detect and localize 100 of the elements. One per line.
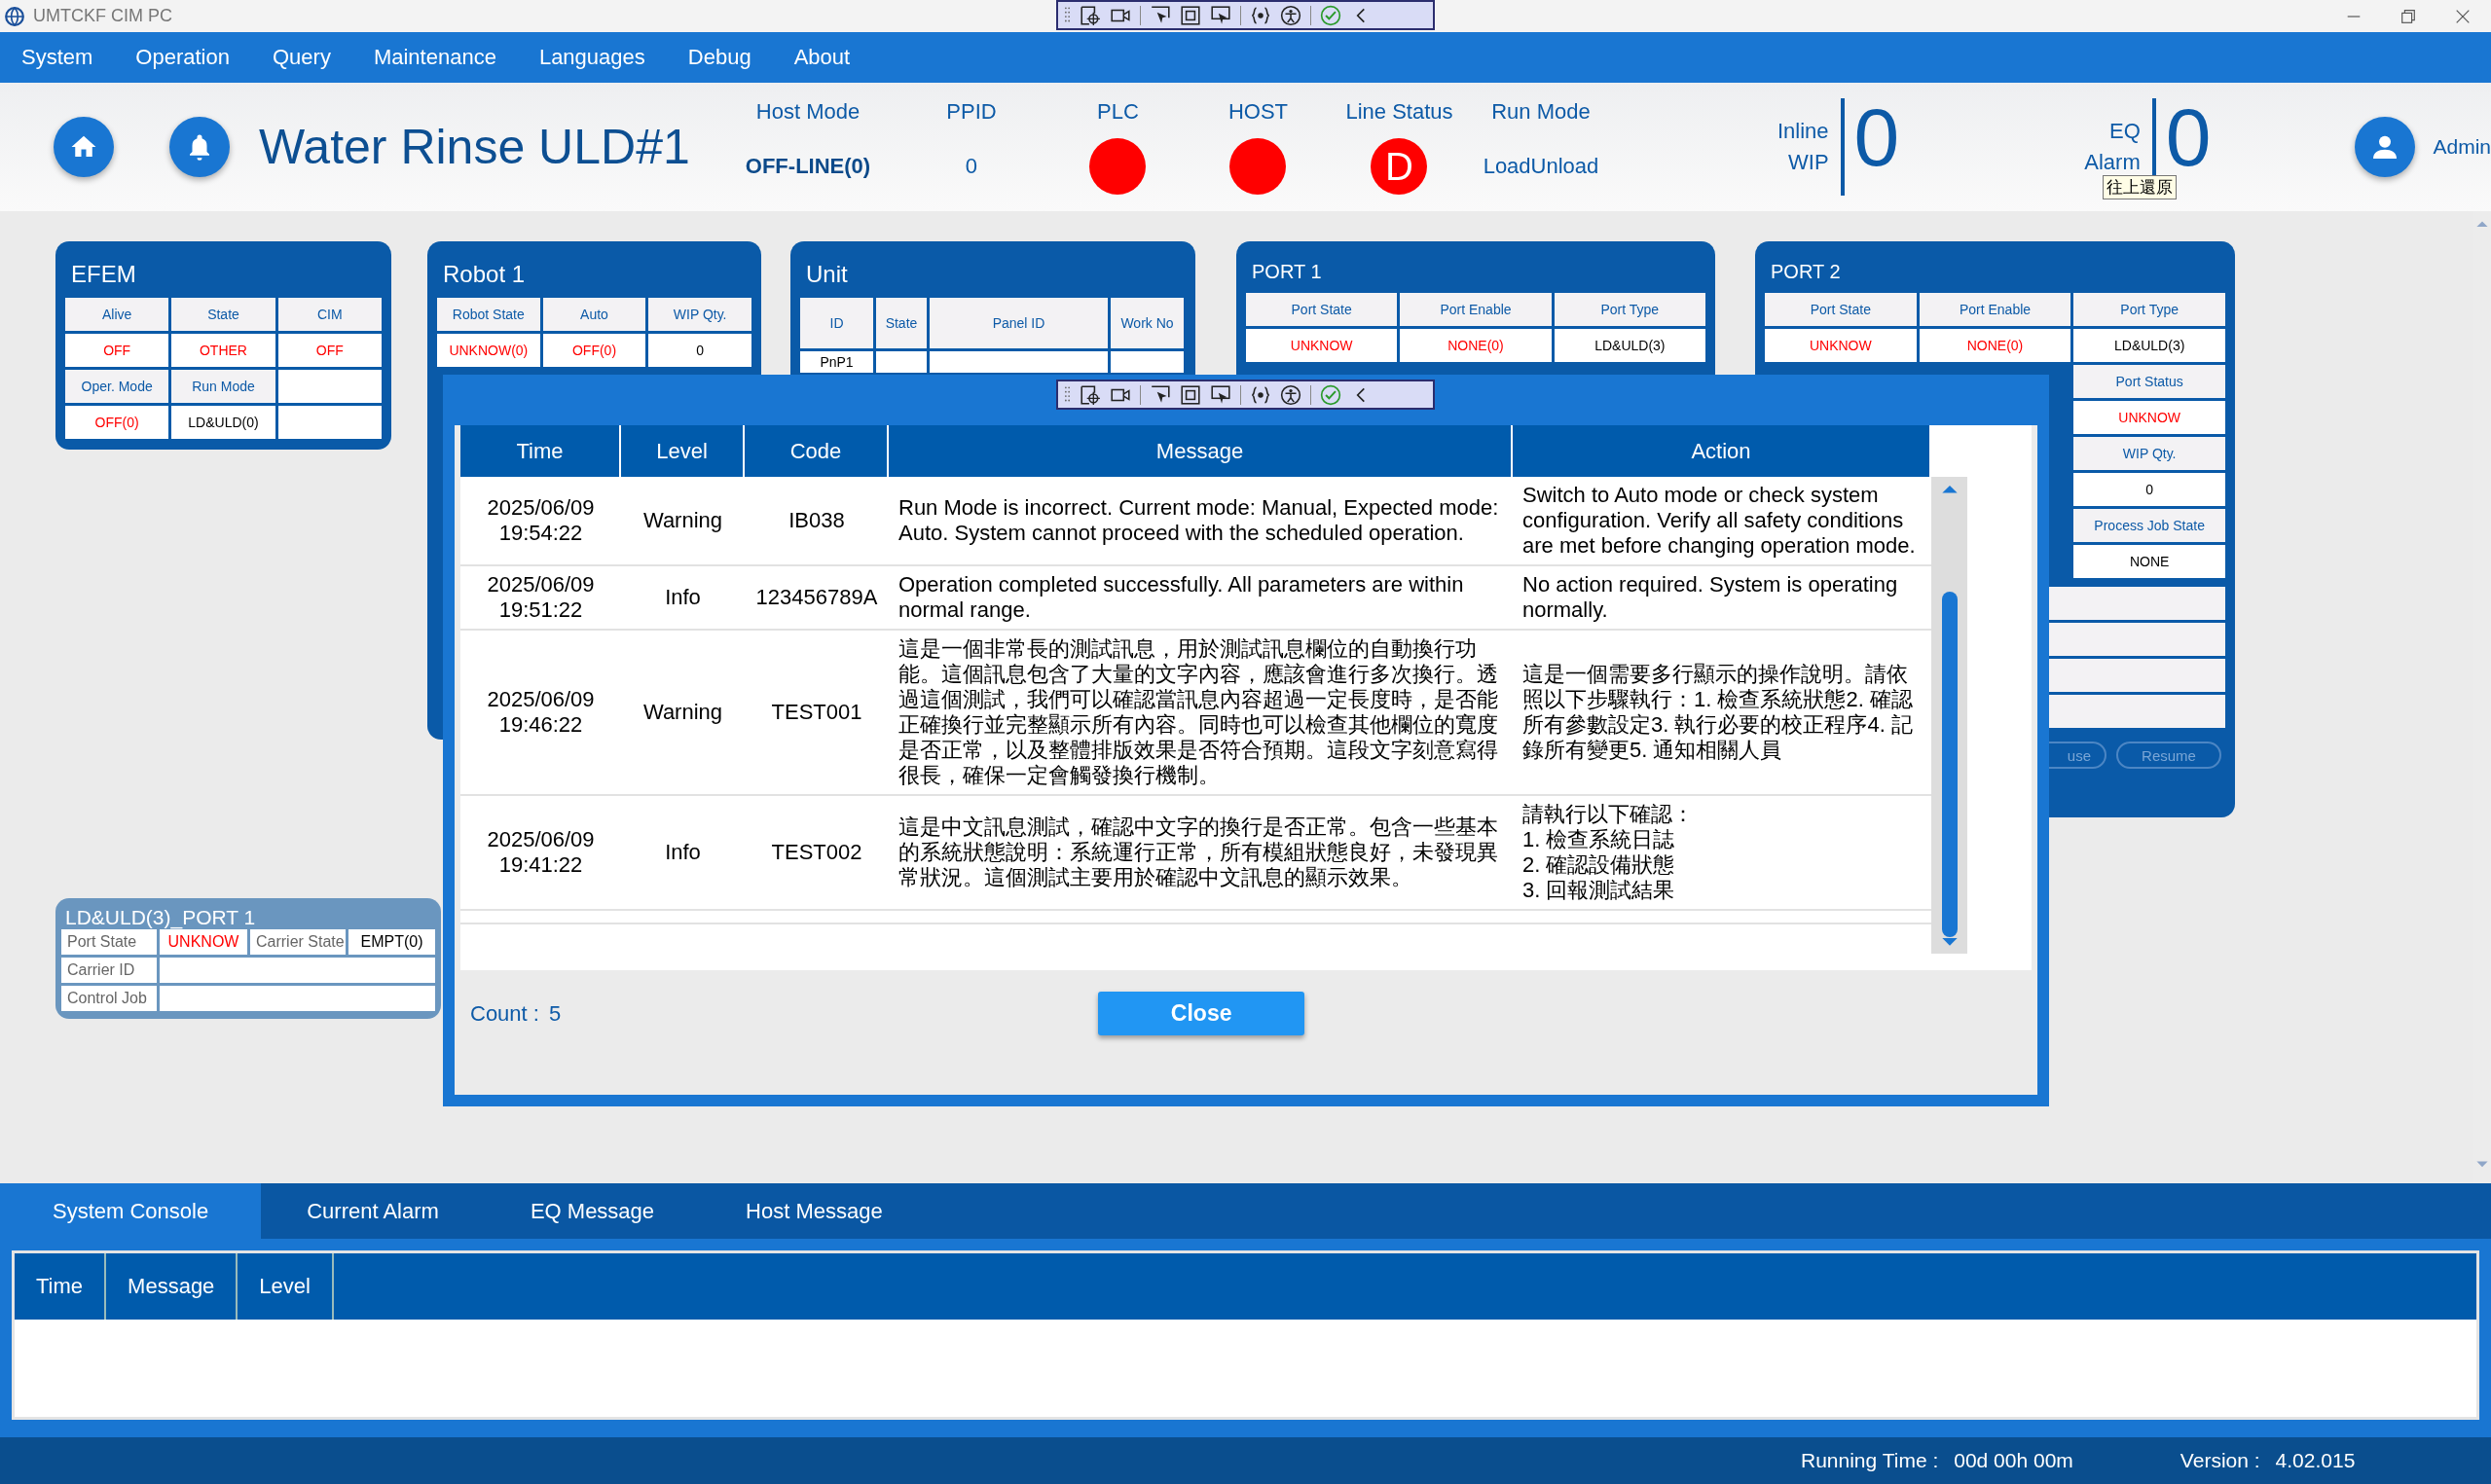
level-cell-text: Warning (641, 699, 724, 726)
column-header: Level (238, 1253, 334, 1320)
date-text: 2025/06/09 (487, 687, 595, 712)
menu-item[interactable]: About (772, 45, 872, 70)
column-header: Message (889, 425, 1513, 477)
panel-title: EFEM (70, 260, 137, 289)
panel-title: LD&ULD(3)_PORT 1 (64, 905, 257, 929)
level-cell-text: Info (664, 584, 702, 611)
date-text: 2025/06/09 (487, 827, 595, 852)
table-cell: NONE(0) (1919, 329, 2071, 362)
target-icon[interactable] (1080, 383, 1101, 406)
close-button[interactable]: Close (1098, 992, 1305, 1035)
counter-label: EQ (2108, 119, 2141, 144)
window-title: UMTCKF CIM PC (33, 6, 172, 26)
column-header: Action (1513, 425, 1931, 477)
code-cell-text: TEST001 (770, 699, 863, 726)
panel-button[interactable]: Resume (2116, 742, 2221, 769)
table-cell: LD&ULD(3) (2073, 329, 2225, 362)
table-header: State (876, 298, 927, 348)
table-header: Process Job State (2073, 509, 2225, 542)
tooltip: 往上還原 (2103, 175, 2177, 199)
field-value: EMPT(0) (348, 929, 435, 955)
table-header: Port Type (1554, 293, 1705, 326)
menu-item[interactable]: System (0, 45, 115, 70)
table-cell: 0 (648, 334, 751, 367)
counter-label: Inline (1777, 119, 1829, 144)
square-icon[interactable] (1180, 383, 1201, 406)
message-cell-text: Run Mode is incorrect. Current mode: Manual, Expected mode: Auto. System cannot proceed with the scheduled operation. (897, 494, 1500, 547)
action-cell-text: 請執行以下確認： 1. 檢查系統日誌 2. 確認設備狀態 3. 回報測試結果 (1521, 801, 1695, 904)
menu-item[interactable]: Operation (114, 45, 251, 70)
menu-item[interactable]: Maintenance (351, 45, 518, 70)
table-header: Robot State (437, 298, 540, 331)
count-value: 5 (548, 1000, 562, 1027)
accessibility-icon[interactable] (1280, 4, 1301, 26)
page-title: Water Rinse ULD#1 (259, 119, 690, 176)
status-label: Run Mode (1491, 99, 1591, 125)
table-header: Work No (1111, 298, 1184, 348)
panel-title: PORT 2 (1770, 260, 1842, 284)
table-header: Port Status (2073, 365, 2225, 398)
column-header: Code (745, 425, 889, 477)
console-tab[interactable]: Current Alarm (261, 1183, 485, 1239)
console-tab[interactable]: System Console (0, 1183, 262, 1239)
code-cell-text: TEST002 (770, 839, 863, 866)
counter-label: Alarm (2084, 150, 2141, 175)
table-header: Panel ID (930, 298, 1108, 348)
console-tab[interactable]: Host Message (700, 1183, 929, 1239)
table-header: Port State (1246, 293, 1398, 326)
code-cell-text: IB038 (788, 507, 846, 534)
globe-icon (4, 5, 25, 27)
table-header: Port State (1765, 293, 1917, 326)
accessibility-icon[interactable] (1280, 383, 1301, 406)
action-cell-text: Switch to Auto mode or check system configuration. Verify all safety conditions are met before changing operation mode. (1521, 482, 1917, 560)
status-label: Running Time : (1801, 1449, 1939, 1472)
table-cell: 0 (2073, 473, 2225, 506)
home-button[interactable] (54, 117, 114, 177)
table-cell: OFF(0) (542, 334, 646, 367)
status-label: PLC (1097, 99, 1139, 125)
table-header: ID (800, 298, 873, 348)
up-arrow-icon[interactable] (1939, 483, 1960, 494)
restore-icon[interactable] (2399, 7, 2417, 25)
status-label: PPID (946, 99, 997, 125)
check-icon[interactable] (1320, 4, 1341, 26)
table-header: Alive (65, 298, 169, 331)
check-icon[interactable] (1320, 383, 1341, 406)
scrollbar[interactable] (1931, 477, 1967, 954)
table-cell: PnP1 (800, 351, 873, 373)
table-header: Oper. Mode (65, 370, 169, 403)
column-header: Message (106, 1253, 238, 1320)
table-cell: UNKNOW (2073, 401, 2225, 434)
panel-title: PORT 1 (1251, 260, 1323, 284)
status-label: HOST (1227, 99, 1289, 125)
menu-item[interactable]: Debug (666, 45, 773, 70)
date-text: 2025/06/09 (487, 572, 595, 597)
column-header: Level (621, 425, 745, 477)
table-header: CIM (277, 298, 382, 331)
console-tab[interactable]: EQ Message (484, 1183, 701, 1239)
time-text: 19:46:22 (498, 712, 583, 738)
target-icon[interactable] (1080, 4, 1101, 26)
status-value: 00d 00h 00m (1954, 1449, 2073, 1472)
field-label: Carrier State (250, 929, 346, 955)
table-cell: LD&ULD(3) (1554, 329, 1705, 362)
field-label: Port State (61, 929, 157, 955)
message-cell-text: 這是中文訊息測試，確認中文字的換行是否正常。包含一些基本的系統狀態說明：系統運行正常，所有模組狀態良好，未發現異常狀況。這個測試主要用於確認中文訊息的顯示效果。 (897, 814, 1499, 891)
code-cell-text: 123456789A (754, 584, 879, 611)
user-avatar[interactable] (2355, 117, 2416, 177)
column-header: Time (460, 425, 621, 477)
menu-item[interactable]: Languages (517, 45, 667, 70)
date-text: 2025/06/09 (487, 495, 595, 521)
time-text: 19:51:22 (498, 597, 583, 623)
field-value: UNKNOW (160, 929, 247, 955)
status-value: 0 (965, 153, 978, 180)
status-value: OFF-LINE(0) (745, 153, 871, 180)
square-icon[interactable] (1180, 4, 1201, 26)
table-header: Auto (542, 298, 646, 331)
menu-item[interactable]: Query (251, 45, 352, 70)
status-lamp: D (1371, 138, 1428, 195)
table-header: Port Enable (1400, 293, 1552, 326)
status-value: LoadUnload (1483, 153, 1599, 180)
action-cell-text: 這是一個需要多行顯示的操作說明。請依照以下步驟執行：1. 檢查系統狀態2. 確認所有參數設定3. 執行必要的校正程序4. 記錄所有變更5. 通知相關人員 (1521, 661, 1914, 764)
notification-button[interactable] (169, 117, 230, 177)
